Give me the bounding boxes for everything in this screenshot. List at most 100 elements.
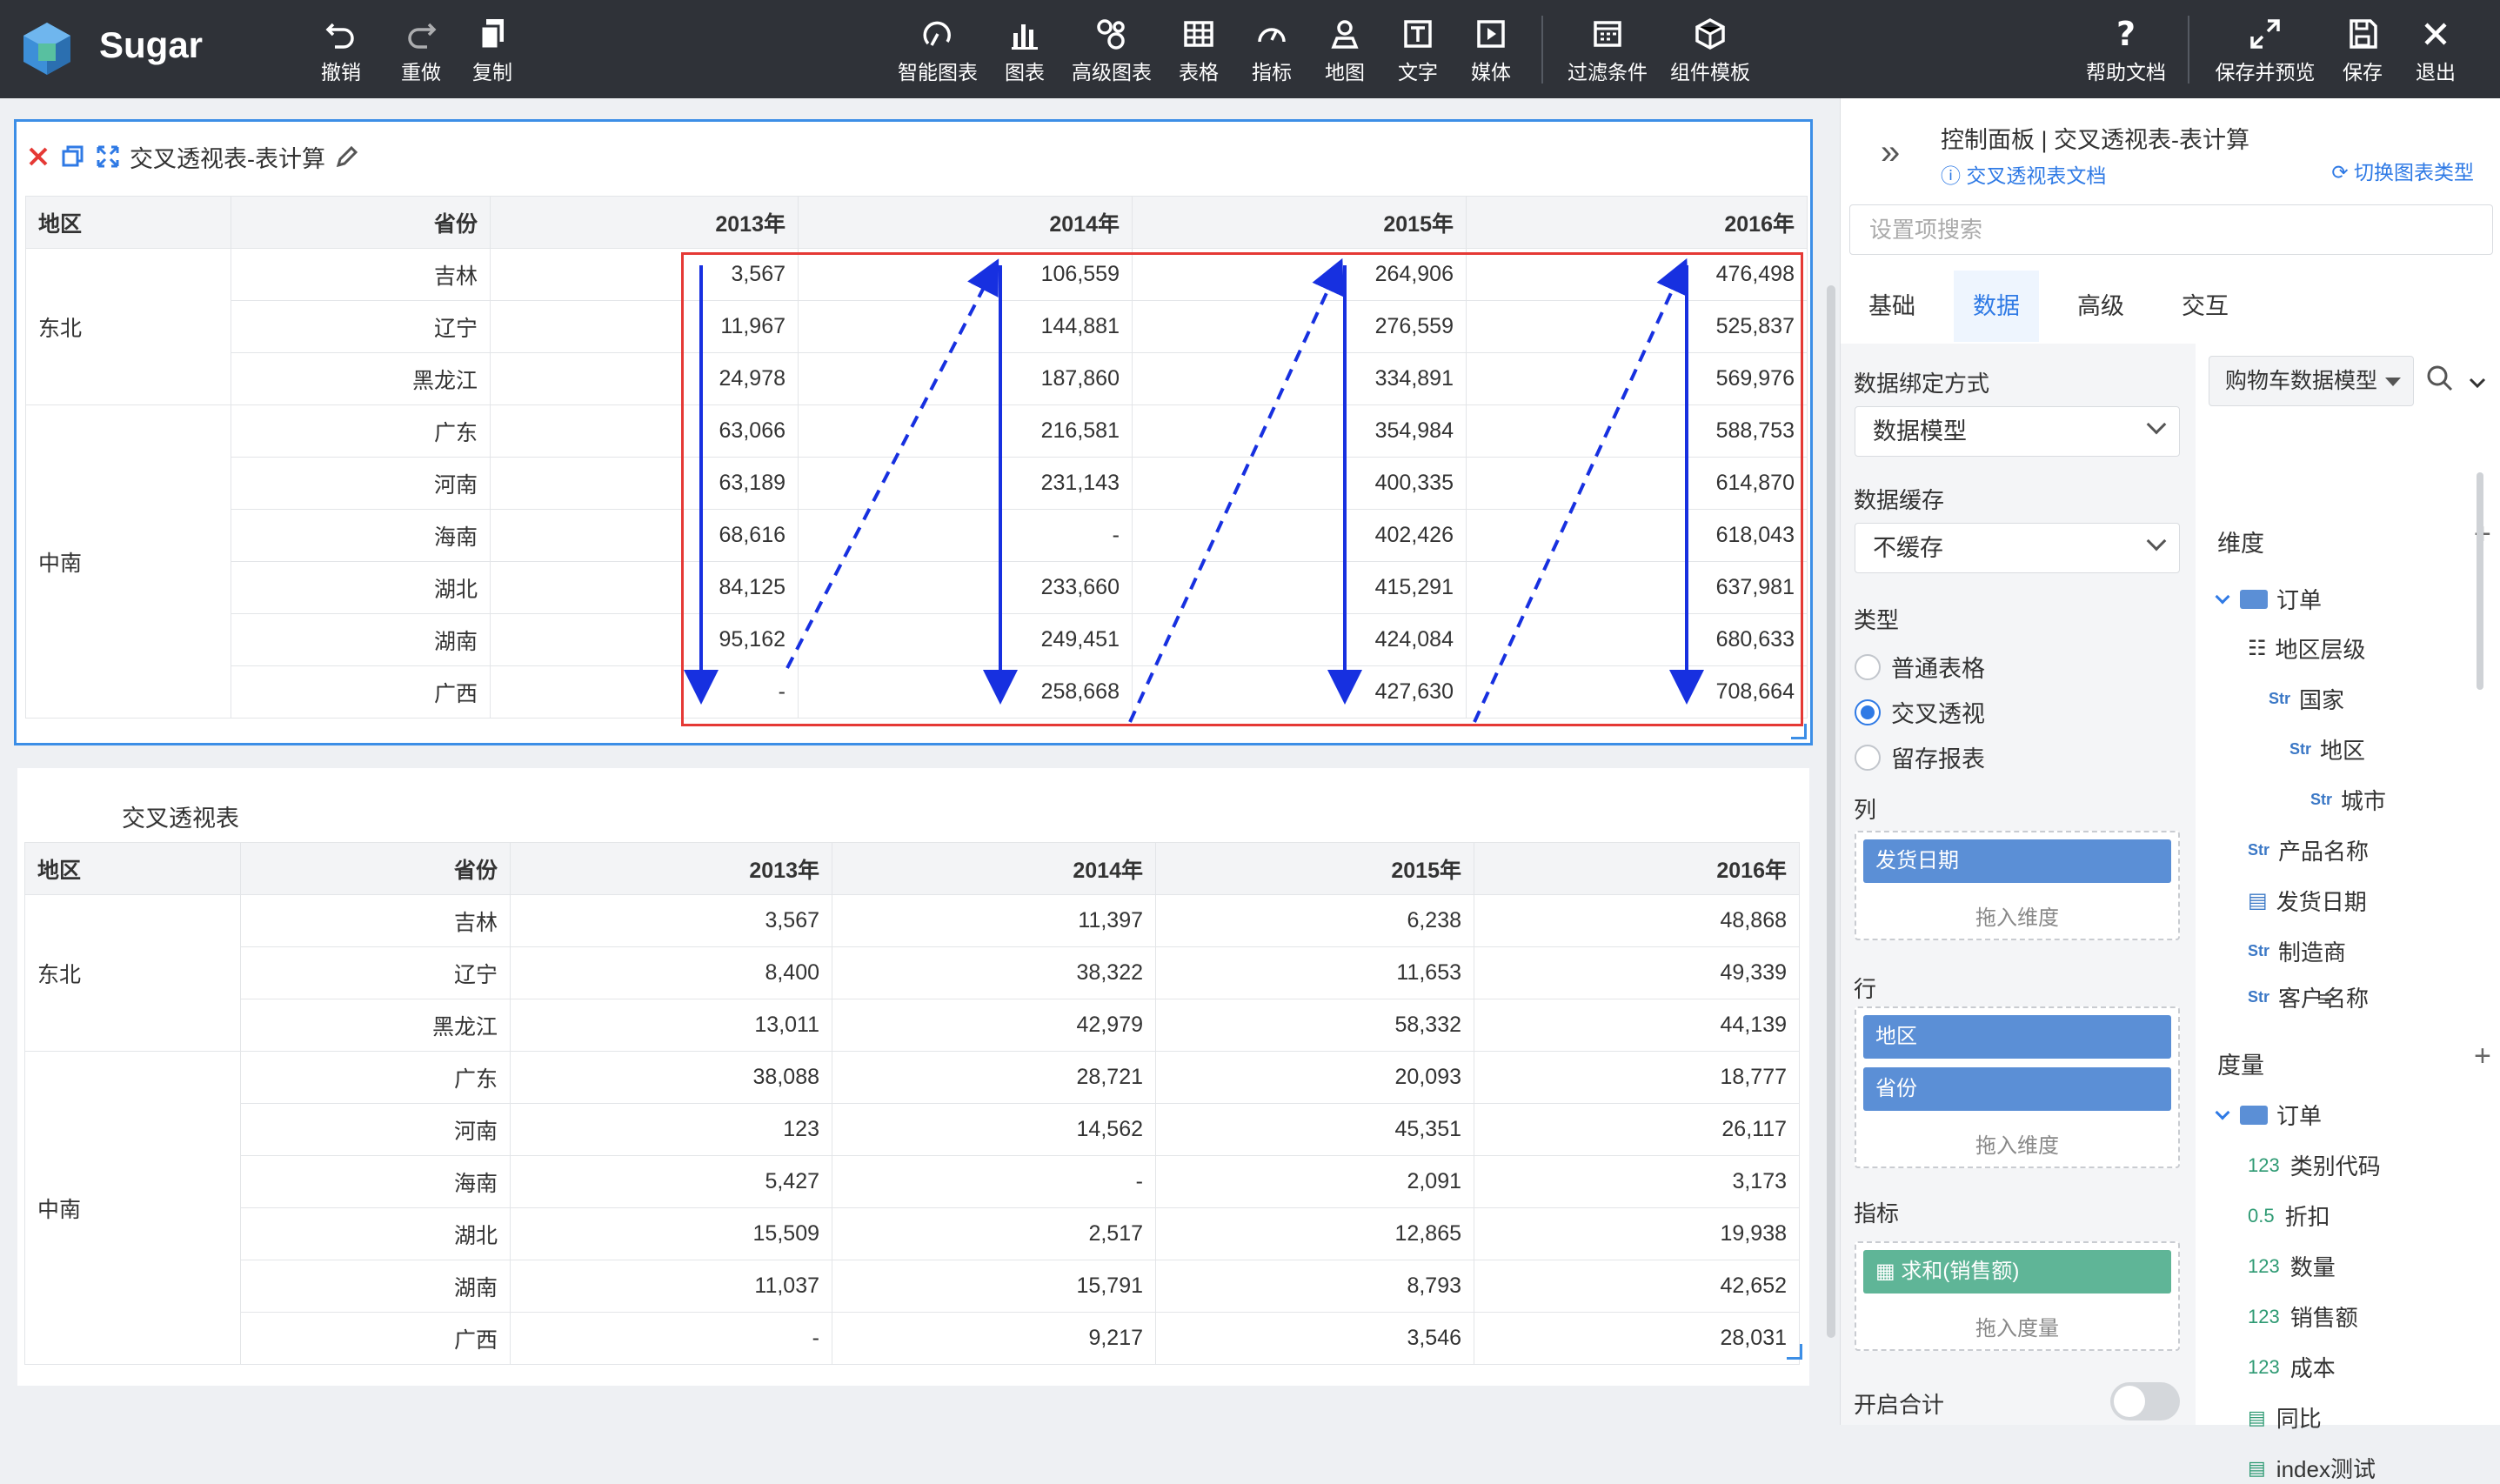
filter-button[interactable]: 过滤条件: [1564, 16, 1651, 85]
collapse-panel-icon[interactable]: »: [1881, 133, 1900, 172]
column-header[interactable]: 2015年: [1155, 842, 1474, 895]
table-row: 东北 吉林 3,567 106,559 264,906 476,498: [25, 248, 1808, 405]
column-header[interactable]: 2014年: [832, 842, 1156, 895]
row-pill[interactable]: 地区: [1863, 1015, 2171, 1059]
dimension-field[interactable]: Str 城市: [2310, 784, 2386, 816]
chevron-down-icon[interactable]: [2467, 372, 2488, 393]
table-icon: [1184, 21, 1213, 47]
toolbar-label: 组件模板: [1670, 61, 1750, 84]
resize-handle[interactable]: [1787, 1344, 1802, 1360]
media-button[interactable]: 媒体: [1447, 16, 1534, 85]
model-value: 购物车数据模型: [2225, 369, 2378, 393]
binding-select[interactable]: 数据模型: [1855, 406, 2180, 457]
column-dropzone[interactable]: 发货日期 拖入维度: [1855, 831, 2180, 940]
row-pill[interactable]: 省份: [1863, 1067, 2171, 1111]
column-header[interactable]: 2015年: [1132, 196, 1467, 249]
total-toggle[interactable]: [2110, 1382, 2180, 1420]
column-header[interactable]: 2013年: [510, 842, 832, 895]
table-row: 湖北 84,125 233,660 415,291 637,981: [26, 561, 1808, 614]
delete-icon[interactable]: [25, 144, 51, 170]
field-tree-scrollbar[interactable]: [2477, 472, 2483, 690]
cache-select[interactable]: 不缓存: [1855, 523, 2180, 573]
measure-field[interactable]: 123 数量: [2248, 1250, 2336, 1282]
string-type-icon: Str: [2289, 740, 2312, 758]
type-radio[interactable]: 普通表格: [1855, 650, 1985, 684]
dimension-folder[interactable]: 订单: [2215, 583, 2323, 615]
tab-交互[interactable]: 交互: [2162, 271, 2248, 342]
value-cell: 334,891: [1132, 352, 1467, 405]
drag-handle-icon[interactable]: ≡: [2317, 986, 2330, 1013]
canvas-scrollbar[interactable]: [1827, 285, 1835, 1338]
data-model-select[interactable]: 购物车数据模型: [2209, 356, 2414, 406]
type-radio[interactable]: 留存报表: [1855, 740, 1985, 774]
column-header[interactable]: 2016年: [1474, 842, 1800, 895]
measure-field[interactable]: ▤ 同比: [2248, 1401, 2322, 1434]
folder-label: 订单: [2276, 587, 2323, 613]
metric-pill[interactable]: ▦ 求和(销售额): [1863, 1250, 2171, 1293]
drop-dimension-hint: 拖入维度: [1975, 1134, 2059, 1158]
field-label: 地区: [2320, 738, 2366, 764]
value-cell: 19,938: [1474, 1207, 1800, 1260]
column-header[interactable]: 省份: [231, 196, 491, 249]
doc-link[interactable]: ⓘ 交叉透视表文档: [1941, 159, 2106, 189]
column-header[interactable]: 地区: [25, 196, 231, 249]
toolbar-label: 高级图表: [1072, 61, 1152, 84]
dimension-field[interactable]: Str 地区: [2289, 733, 2365, 765]
duplicate-icon[interactable]: [60, 144, 86, 170]
measure-field[interactable]: 123 成本: [2248, 1351, 2336, 1383]
value-cell: 354,984: [1132, 404, 1467, 458]
measure-field[interactable]: 123 销售额: [2248, 1300, 2358, 1333]
dimension-field[interactable]: Str 国家: [2269, 683, 2344, 715]
dimension-field[interactable]: ☷ 地区层级: [2248, 632, 2366, 665]
add-measure-icon[interactable]: +: [2474, 1039, 2491, 1073]
dimension-field[interactable]: Str 客户名称: [2248, 986, 2369, 1008]
expand-button[interactable]: 保存并预览: [2216, 16, 2316, 85]
measure-folder[interactable]: 订单: [2215, 1099, 2322, 1131]
column-header[interactable]: 2014年: [798, 196, 1133, 249]
drop-measure-hint: 拖入度量: [1975, 1317, 2059, 1340]
type-radio[interactable]: 交叉透视: [1855, 695, 1985, 729]
bar-chart-button[interactable]: 图表: [981, 16, 1068, 85]
measure-field[interactable]: 123 类别代码: [2248, 1149, 2381, 1181]
value-cell: 45,351: [1155, 1103, 1474, 1156]
radio-circle-icon: [1855, 744, 1881, 771]
table-row: 海南 68,616-402,426 618,043: [26, 509, 1808, 562]
fullscreen-icon[interactable]: [95, 144, 121, 170]
table-row: 湖北 15,509 2,517 12,865 19,938: [25, 1207, 1800, 1260]
value-cell: 28,721: [832, 1051, 1156, 1104]
dimension-field[interactable]: Str 产品名称: [2248, 834, 2369, 866]
tab-高级[interactable]: 高级: [2058, 271, 2143, 342]
smart-chart-button[interactable]: 智能图表: [894, 16, 981, 85]
close-button[interactable]: 退出: [2392, 16, 2479, 85]
resize-handle[interactable]: [1791, 724, 1807, 739]
settings-search-input[interactable]: 设置项搜索: [1849, 204, 2493, 255]
toolbar-label: 保存: [2343, 61, 2383, 84]
pivot-card-table-calc[interactable]: 交叉透视表-表计算 地区 省份 2013年 2014年 2015年 2016年 东北 吉林 3…: [14, 119, 1813, 745]
value-cell: 144,881: [798, 300, 1133, 353]
measure-field[interactable]: 0.5 折扣: [2248, 1200, 2330, 1232]
advanced-chart-button[interactable]: 高级图表: [1068, 16, 1155, 85]
switch-chart-type-link[interactable]: ⟳ 切换图表类型: [2331, 156, 2474, 185]
pivot-card[interactable]: 交叉透视表 地区 省份 2013年 2014年 2015年 2016年 东北 吉林 3,567…: [17, 768, 1809, 1386]
dimension-field[interactable]: Str 制造商: [2248, 935, 2346, 967]
template-button[interactable]: 组件模板: [1667, 16, 1754, 85]
undo-button[interactable]: 撤销: [297, 16, 384, 85]
binding-label: 数据绑定方式: [1854, 371, 1990, 397]
province-cell: 湖北: [231, 561, 491, 614]
tab-基础[interactable]: 基础: [1849, 271, 1935, 342]
help-button[interactable]: ? 帮助文档: [2082, 16, 2169, 85]
card-title: 交叉透视表-表计算: [130, 145, 325, 172]
row-dropzone[interactable]: 地区 省份 拖入维度: [1855, 1006, 2180, 1168]
search-icon[interactable]: [2425, 364, 2455, 393]
tab-数据[interactable]: 数据: [1954, 271, 2039, 342]
column-header[interactable]: 2013年: [490, 196, 799, 249]
measure-field[interactable]: ▤ index测试: [2248, 1452, 2376, 1484]
column-header[interactable]: 地区: [24, 842, 241, 895]
column-header[interactable]: 2016年: [1466, 196, 1808, 249]
copy-button[interactable]: 复制: [449, 16, 536, 85]
dimension-field[interactable]: ▤ 发货日期: [2248, 885, 2367, 917]
column-header[interactable]: 省份: [240, 842, 511, 895]
edit-pencil-icon[interactable]: [334, 144, 360, 170]
metric-dropzone[interactable]: ▦ 求和(销售额) 拖入度量: [1855, 1241, 2180, 1351]
column-pill[interactable]: 发货日期: [1863, 839, 2171, 883]
